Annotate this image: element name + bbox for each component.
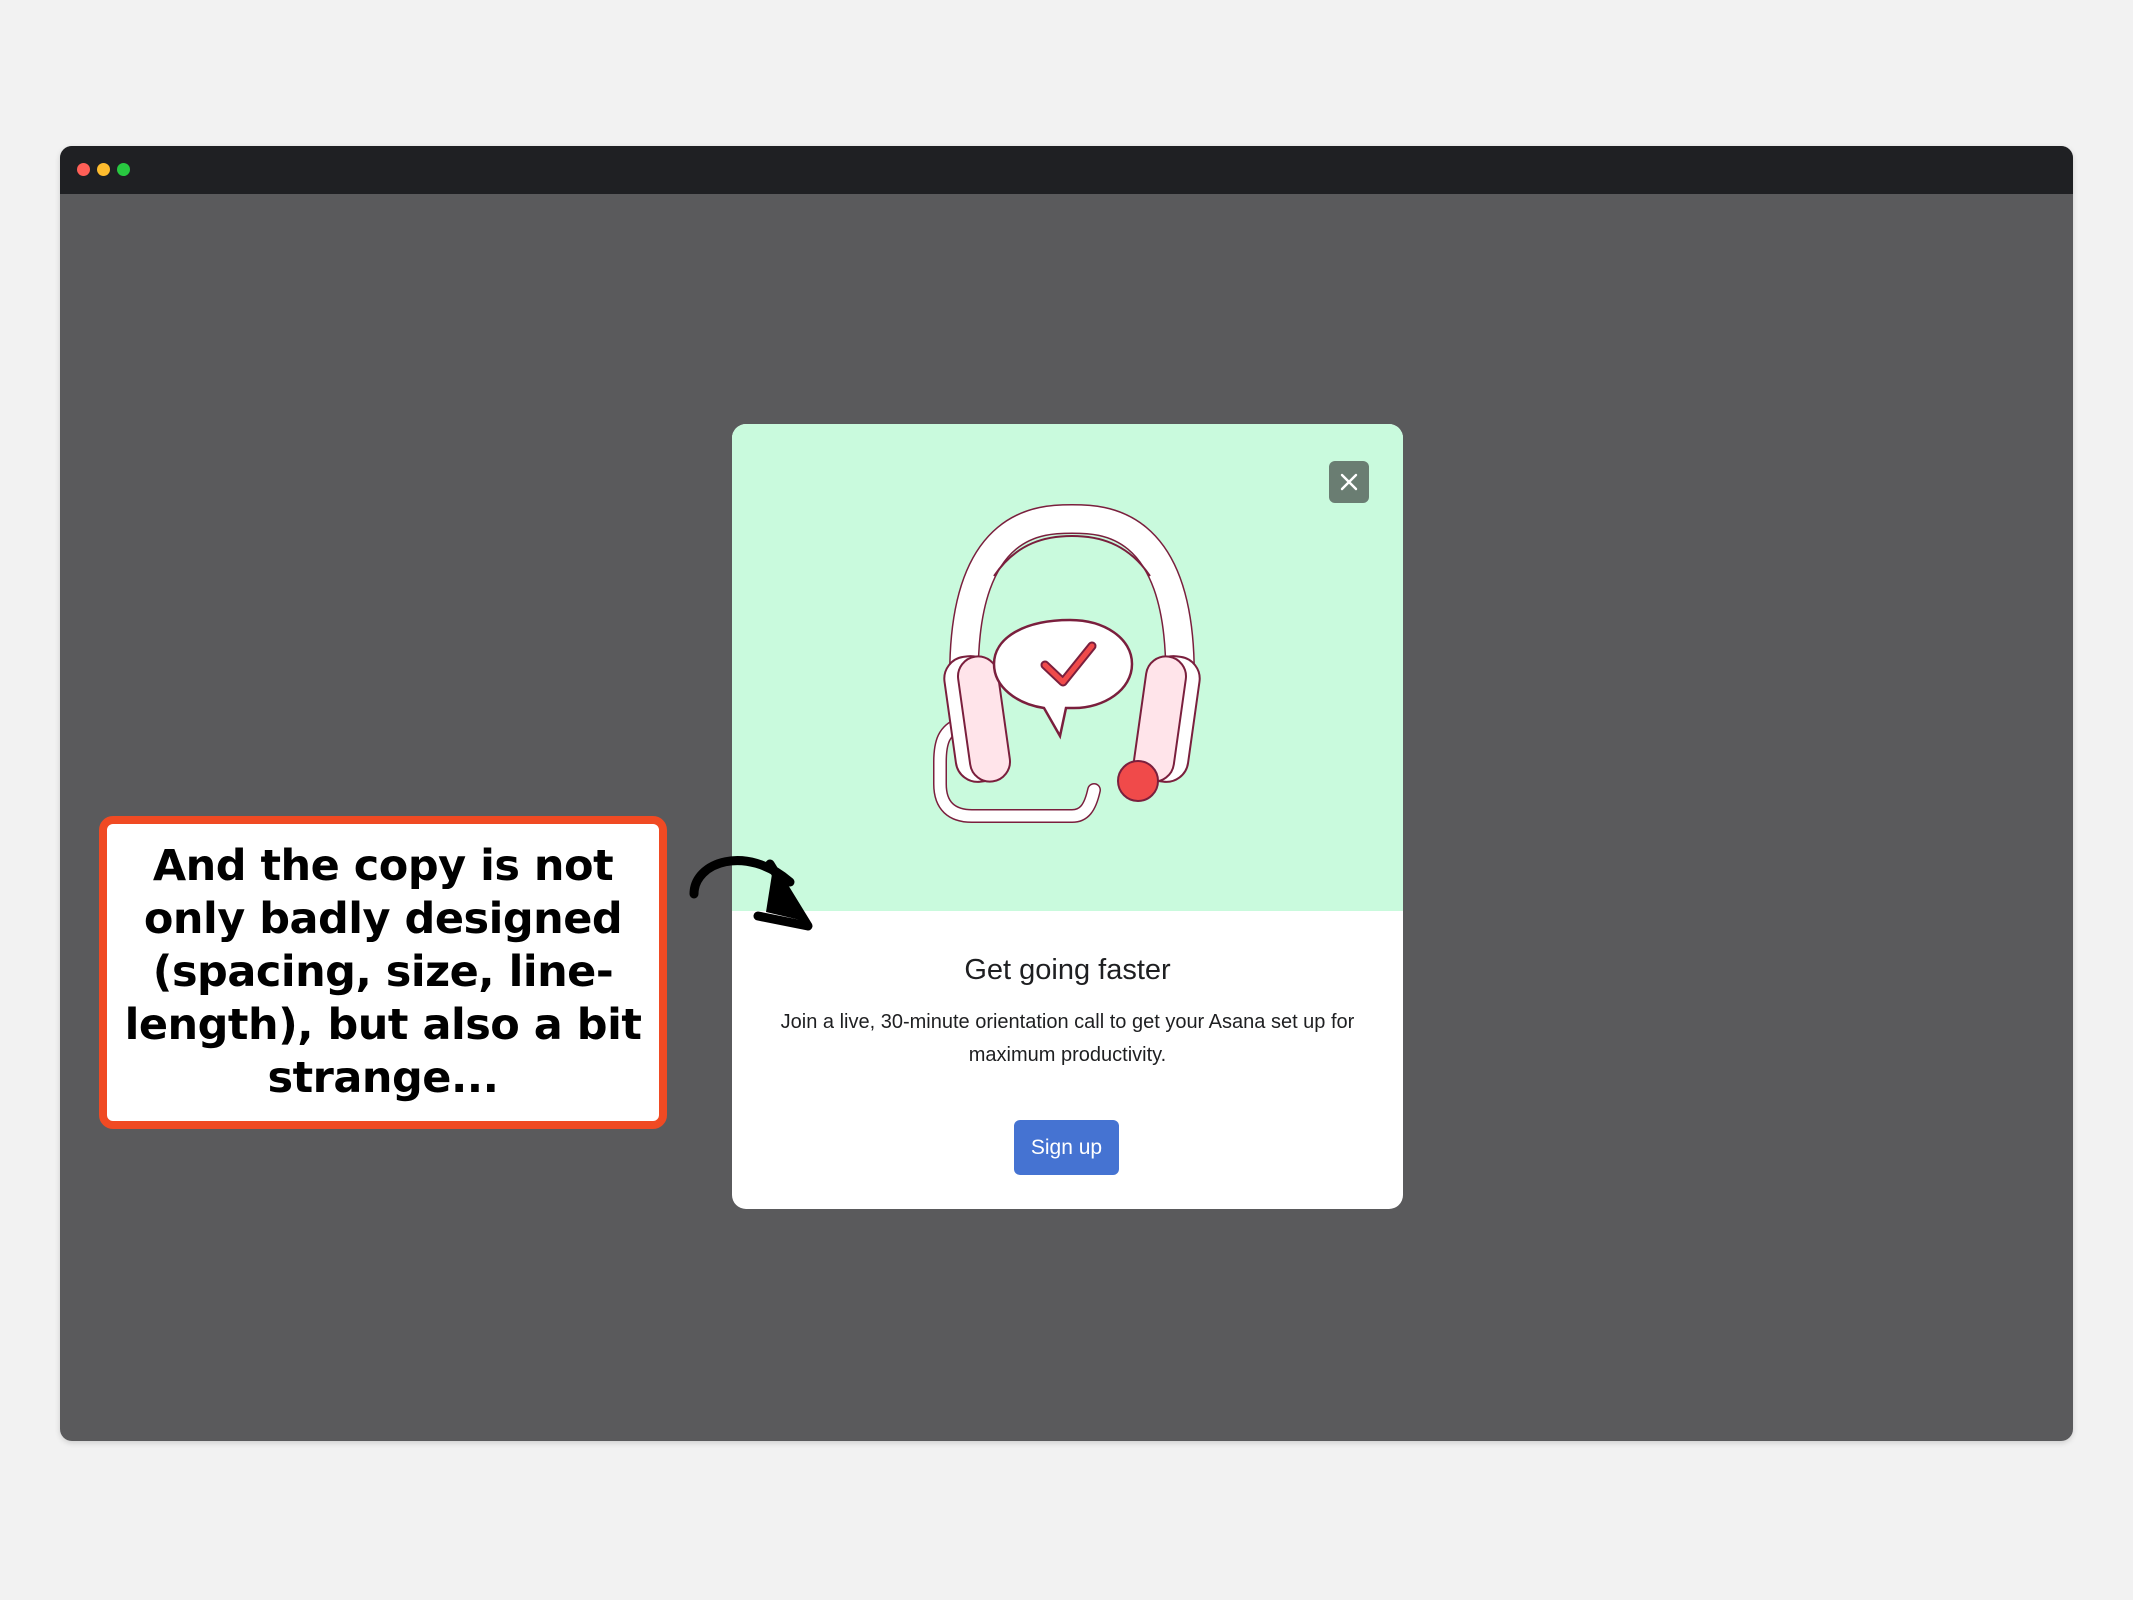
close-button[interactable] [1329,461,1369,503]
modal-description: Join a live, 30-minute orientation call … [780,1011,1355,1066]
close-icon [1340,473,1358,491]
curved-arrow-icon [689,856,813,931]
modal-title: Get going faster [964,954,1171,986]
title-bar [60,146,2073,194]
minimize-window-button[interactable] [97,163,110,176]
close-window-button[interactable] [77,163,90,176]
sign-up-button[interactable]: Sign up [1014,1120,1119,1175]
maximize-window-button[interactable] [117,163,130,176]
onboarding-modal: Get going faster Join a live, 30-minute … [732,424,1403,1209]
browser-window: S al [60,146,2073,1441]
headset-check-icon [933,503,1201,823]
modal-hero [732,424,1403,911]
annotation-callout: And the copy is not only badly designed … [99,816,667,1129]
annotation-text: And the copy is not only badly designed … [124,841,642,1103]
